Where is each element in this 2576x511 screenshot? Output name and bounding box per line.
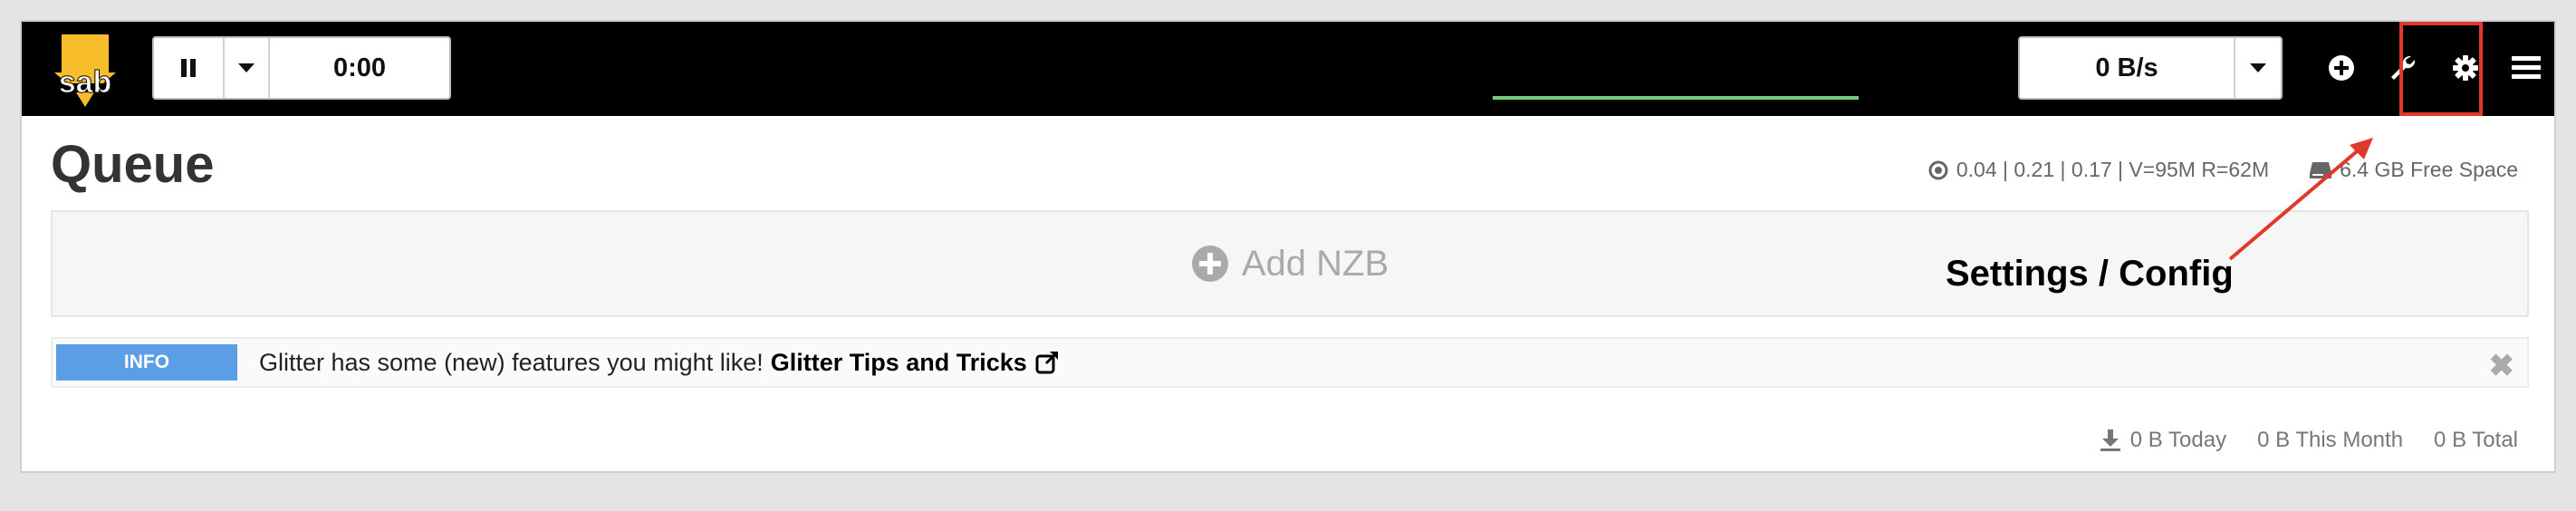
annotation-label: Settings / Config bbox=[1946, 254, 2234, 294]
